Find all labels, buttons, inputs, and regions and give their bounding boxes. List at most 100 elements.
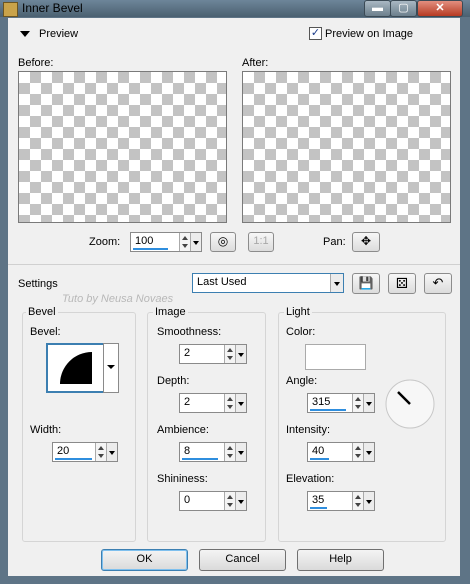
color-label: Color:	[286, 326, 316, 338]
spin-down-icon[interactable]	[355, 405, 361, 409]
bevel-shape-picker[interactable]	[46, 343, 105, 393]
reset-button[interactable]: ↶	[424, 273, 452, 294]
spin-up-icon[interactable]	[355, 397, 361, 401]
title-bar[interactable]: Inner Bevel ▬ ▢ ✕	[0, 0, 470, 17]
ambience-label: Ambience:	[157, 424, 209, 436]
spin-down-icon[interactable]	[182, 244, 188, 248]
spin-down-icon[interactable]	[227, 503, 233, 507]
ambience-spin-arrows[interactable]	[224, 443, 235, 461]
spin-down-icon[interactable]	[355, 503, 361, 507]
angle-slider-bar[interactable]	[310, 409, 346, 411]
depth-label: Depth:	[157, 375, 190, 387]
after-preview-canvas[interactable]	[242, 71, 451, 223]
smoothness-spin-arrows[interactable]	[224, 345, 235, 363]
elevation-dropdown-button[interactable]	[363, 492, 374, 510]
zoom-dropdown-button[interactable]	[190, 233, 201, 251]
angle-spin-arrows[interactable]	[352, 394, 363, 412]
elevation-slider-bar[interactable]	[310, 507, 327, 509]
preview-section-label: Preview	[39, 28, 79, 40]
width-value: 20	[57, 445, 70, 457]
preview-on-image-checkbox[interactable]: ✓	[309, 27, 322, 40]
spin-up-icon[interactable]	[98, 446, 104, 450]
depth-dropdown-button[interactable]	[235, 394, 246, 412]
spin-up-icon[interactable]	[227, 446, 233, 450]
dialog-window: Inner Bevel ▬ ▢ ✕ Preview ✓ Preview on I…	[0, 0, 470, 584]
angle-dial[interactable]	[385, 379, 435, 429]
chevron-down-icon	[107, 365, 115, 369]
chevron-down-icon	[238, 451, 244, 455]
ambience-dropdown-button[interactable]	[235, 443, 246, 461]
app-icon	[3, 2, 18, 17]
after-label: After:	[242, 57, 269, 69]
zoom-label: Zoom:	[89, 236, 121, 248]
spin-down-icon[interactable]	[98, 454, 104, 458]
maximize-button[interactable]: ▢	[390, 0, 417, 17]
zoom-value: 100	[135, 235, 154, 247]
randomize-button[interactable]: ⚄	[388, 273, 416, 294]
zoom-spinbox[interactable]: 100	[130, 232, 202, 252]
shininess-spinbox[interactable]: 0	[179, 491, 247, 511]
close-button[interactable]: ✕	[417, 0, 463, 17]
intensity-slider-bar[interactable]	[310, 458, 329, 460]
light-group-label: Light	[284, 306, 312, 318]
preview-on-image-label: Preview on Image	[325, 28, 414, 40]
elevation-label: Elevation:	[286, 473, 335, 485]
chevron-down-icon	[238, 402, 244, 406]
spin-up-icon[interactable]	[182, 236, 188, 240]
before-preview-canvas[interactable]	[18, 71, 227, 223]
ok-button[interactable]: OK	[101, 549, 188, 571]
intensity-dropdown-button[interactable]	[363, 443, 374, 461]
width-spinbox[interactable]: 20	[52, 442, 118, 462]
spin-up-icon[interactable]	[355, 446, 361, 450]
spin-down-icon[interactable]	[227, 454, 233, 458]
chevron-down-icon	[193, 241, 199, 245]
spin-down-icon[interactable]	[227, 405, 233, 409]
pan-button[interactable]: ✥	[352, 232, 380, 252]
ambience-spinbox[interactable]: 8	[179, 442, 247, 462]
spin-down-icon[interactable]	[355, 454, 361, 458]
spin-up-icon[interactable]	[227, 495, 233, 499]
divider	[8, 264, 460, 265]
ambience-value: 8	[184, 445, 191, 457]
preset-dropdown-button[interactable]	[330, 274, 343, 292]
bevel-shape-dropdown[interactable]	[103, 343, 119, 393]
depth-spin-arrows[interactable]	[224, 394, 235, 412]
spin-up-icon[interactable]	[227, 397, 233, 401]
width-slider-bar[interactable]	[55, 458, 92, 460]
elevation-spin-arrows[interactable]	[352, 492, 363, 510]
help-button[interactable]: Help	[297, 549, 384, 571]
zoom-one-to-one-button[interactable]: 1:1	[248, 232, 274, 252]
preset-dropdown[interactable]: Last Used	[192, 273, 344, 293]
spin-up-icon[interactable]	[227, 348, 233, 352]
collapse-preview-icon[interactable]	[20, 31, 30, 37]
ambience-slider-bar[interactable]	[182, 458, 218, 460]
width-dropdown-button[interactable]	[106, 443, 117, 461]
light-color-swatch[interactable]	[305, 344, 366, 370]
elevation-value: 35	[312, 494, 325, 506]
bevel-group-label: Bevel	[26, 306, 58, 318]
width-spin-arrows[interactable]	[95, 443, 106, 461]
smoothness-spinbox[interactable]: 2	[179, 344, 247, 364]
chevron-down-icon	[334, 282, 340, 286]
angle-value: 315	[312, 396, 331, 408]
intensity-value: 40	[312, 445, 325, 457]
angle-dropdown-button[interactable]	[363, 394, 374, 412]
elevation-spinbox[interactable]: 35	[307, 491, 375, 511]
spin-down-icon[interactable]	[227, 356, 233, 360]
save-preset-button[interactable]: 💾	[352, 273, 380, 294]
zoom-spin-arrows[interactable]	[179, 233, 190, 251]
intensity-spinbox[interactable]: 40	[307, 442, 375, 462]
shininess-spin-arrows[interactable]	[224, 492, 235, 510]
spin-up-icon[interactable]	[355, 495, 361, 499]
zoom-fit-button[interactable]: ◎	[210, 232, 236, 252]
angle-spinbox[interactable]: 315	[307, 393, 375, 413]
shininess-dropdown-button[interactable]	[235, 492, 246, 510]
chevron-down-icon	[366, 451, 372, 455]
zoom-slider-bar[interactable]	[133, 248, 168, 250]
smoothness-dropdown-button[interactable]	[235, 345, 246, 363]
minimize-button[interactable]: ▬	[364, 0, 391, 17]
bevel-shape-icon	[60, 352, 92, 384]
intensity-spin-arrows[interactable]	[352, 443, 363, 461]
depth-spinbox[interactable]: 2	[179, 393, 247, 413]
cancel-button[interactable]: Cancel	[199, 549, 286, 571]
